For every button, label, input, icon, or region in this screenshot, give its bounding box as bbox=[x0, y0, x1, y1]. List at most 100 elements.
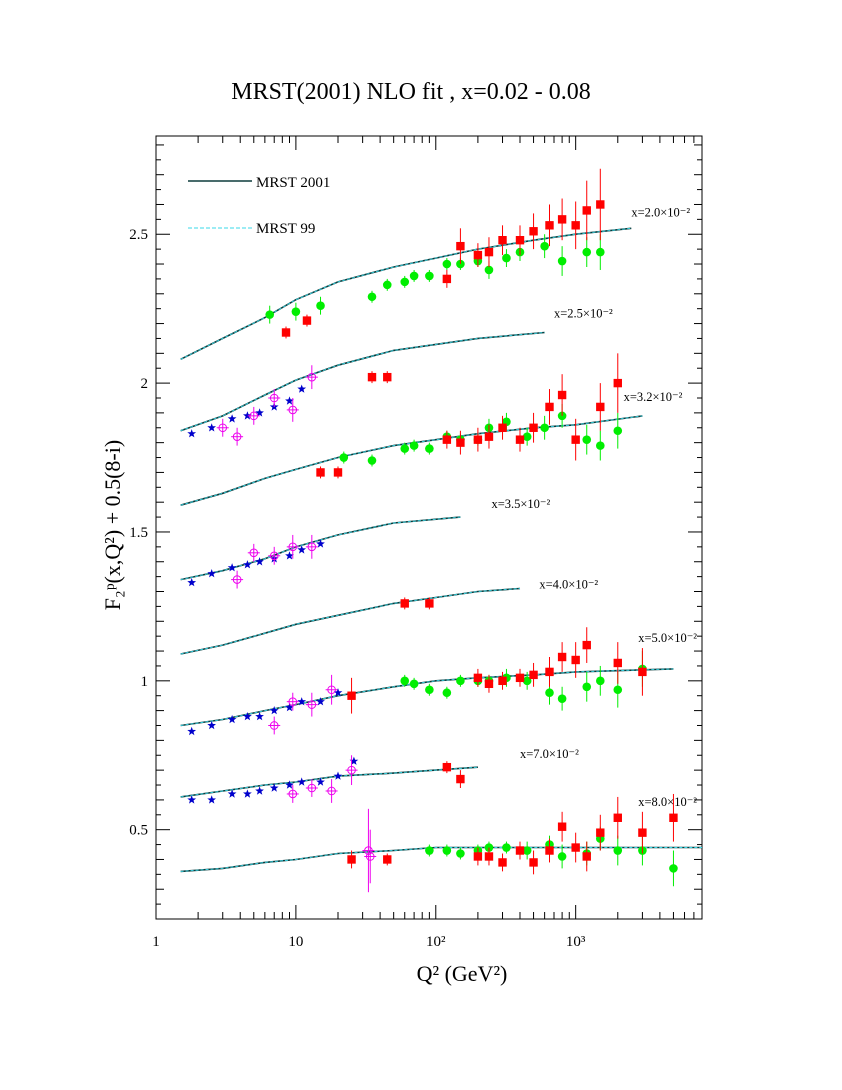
y-tick-label: 2 bbox=[141, 376, 149, 392]
square-marker bbox=[557, 390, 567, 400]
fit-curves bbox=[180, 227, 702, 873]
circle-marker bbox=[425, 846, 434, 855]
square-marker bbox=[545, 846, 554, 855]
square-marker bbox=[302, 316, 312, 325]
star-marker bbox=[243, 560, 252, 569]
square-marker bbox=[498, 236, 507, 245]
square-marker bbox=[484, 247, 494, 257]
x-tick-label: 10 bbox=[288, 934, 303, 950]
star-marker bbox=[187, 429, 197, 438]
fit-curve-mrst2001 bbox=[180, 587, 521, 655]
circle-marker bbox=[596, 247, 605, 257]
circle-marker bbox=[425, 685, 434, 695]
star-marker bbox=[333, 771, 343, 780]
square-marker bbox=[571, 843, 580, 852]
y-tick-label: 0.5 bbox=[129, 823, 148, 839]
square-marker bbox=[638, 667, 647, 677]
square-marker bbox=[557, 652, 567, 662]
square-marker bbox=[582, 206, 591, 215]
circle-marker bbox=[425, 271, 434, 281]
fit-curve-mrst99 bbox=[180, 415, 643, 506]
square-marker bbox=[442, 762, 452, 772]
square-marker bbox=[425, 599, 434, 608]
square-marker bbox=[571, 435, 580, 444]
square-marker bbox=[383, 372, 392, 382]
square-marker bbox=[557, 215, 567, 224]
circle-marker bbox=[557, 694, 567, 703]
axis-ticks: 1 10 10² 10³ 0.5 1 1.5 2 2.5 bbox=[129, 136, 703, 950]
circle-marker bbox=[456, 849, 465, 858]
star-marker bbox=[255, 557, 264, 566]
bin-label: x=2.0×10⁻² bbox=[631, 205, 690, 219]
circle-marker bbox=[291, 307, 301, 316]
square-marker bbox=[529, 423, 538, 432]
circle-marker bbox=[545, 688, 554, 698]
y-axis-label: F₂ᵖ(x,Q²) + 0.5(8-i) bbox=[100, 440, 125, 610]
square-marker bbox=[571, 221, 580, 230]
square-marker bbox=[347, 855, 356, 864]
star-marker bbox=[255, 408, 264, 417]
x-tick-label: 1 bbox=[152, 934, 160, 950]
circle-marker bbox=[409, 441, 419, 450]
circle-marker bbox=[582, 247, 592, 257]
bin-label: x=2.5×10⁻² bbox=[554, 307, 613, 321]
square-marker bbox=[529, 858, 538, 867]
square-marker bbox=[613, 813, 622, 822]
square-marker bbox=[515, 435, 525, 444]
chart: MRST(2001) NLO fit , x=0.02 - 0.08 1 10 10… bbox=[100, 79, 703, 986]
star-marker bbox=[207, 795, 216, 804]
y-tick-label: 2.5 bbox=[129, 227, 148, 243]
circle-marker bbox=[316, 301, 325, 310]
fit-curve-mrst2001 bbox=[180, 331, 545, 432]
circle-marker bbox=[582, 682, 592, 692]
square-marker bbox=[456, 774, 465, 784]
square-marker bbox=[515, 673, 525, 683]
circle-marker bbox=[613, 426, 623, 436]
star-marker bbox=[187, 726, 197, 736]
circle-marker bbox=[442, 846, 452, 855]
square-marker bbox=[484, 432, 494, 441]
star-marker bbox=[297, 777, 307, 786]
circle-marker bbox=[382, 280, 392, 290]
star-marker bbox=[349, 756, 359, 765]
square-marker bbox=[473, 673, 483, 683]
legend-label-mrst2001: MRST 2001 bbox=[256, 175, 330, 191]
star-marker bbox=[243, 789, 252, 798]
square-marker bbox=[638, 828, 647, 837]
circle-marker bbox=[367, 456, 377, 465]
square-marker bbox=[484, 852, 494, 861]
square-marker bbox=[596, 200, 605, 209]
star-marker bbox=[227, 563, 237, 572]
star-marker bbox=[207, 569, 216, 578]
circle-marker bbox=[582, 435, 592, 444]
fit-curve-mrst99 bbox=[180, 227, 632, 360]
square-marker bbox=[281, 328, 291, 337]
square-marker bbox=[484, 679, 494, 689]
square-marker bbox=[473, 852, 483, 861]
circle-marker bbox=[339, 453, 349, 462]
circle-marker bbox=[540, 423, 549, 433]
y-tick-label: 1.5 bbox=[129, 525, 148, 541]
square-marker bbox=[442, 435, 452, 444]
square-marker bbox=[515, 846, 525, 855]
circle-marker bbox=[367, 292, 377, 302]
circle-marker bbox=[409, 679, 419, 689]
star-marker bbox=[255, 712, 264, 721]
x-tick-label: 10² bbox=[426, 934, 446, 950]
star-marker bbox=[269, 706, 279, 715]
circle-marker bbox=[442, 259, 452, 269]
star-marker bbox=[297, 384, 307, 393]
circle-marker bbox=[557, 256, 567, 266]
bin-labels: x=2.0×10⁻² x=2.5×10⁻² x=3.2×10⁻² x=3.5×10⁻²… bbox=[491, 205, 697, 808]
bin-label: x=5.0×10⁻² bbox=[638, 631, 697, 645]
square-marker bbox=[442, 274, 452, 284]
circle-marker bbox=[425, 444, 434, 453]
square-marker bbox=[498, 676, 507, 686]
circle-marker bbox=[502, 843, 511, 852]
bin-label: x=8.0×10⁻² bbox=[638, 795, 697, 809]
square-marker bbox=[367, 372, 377, 382]
star-marker bbox=[227, 414, 237, 423]
square-marker bbox=[557, 822, 567, 831]
circle-marker bbox=[596, 676, 605, 686]
square-marker bbox=[613, 378, 622, 388]
